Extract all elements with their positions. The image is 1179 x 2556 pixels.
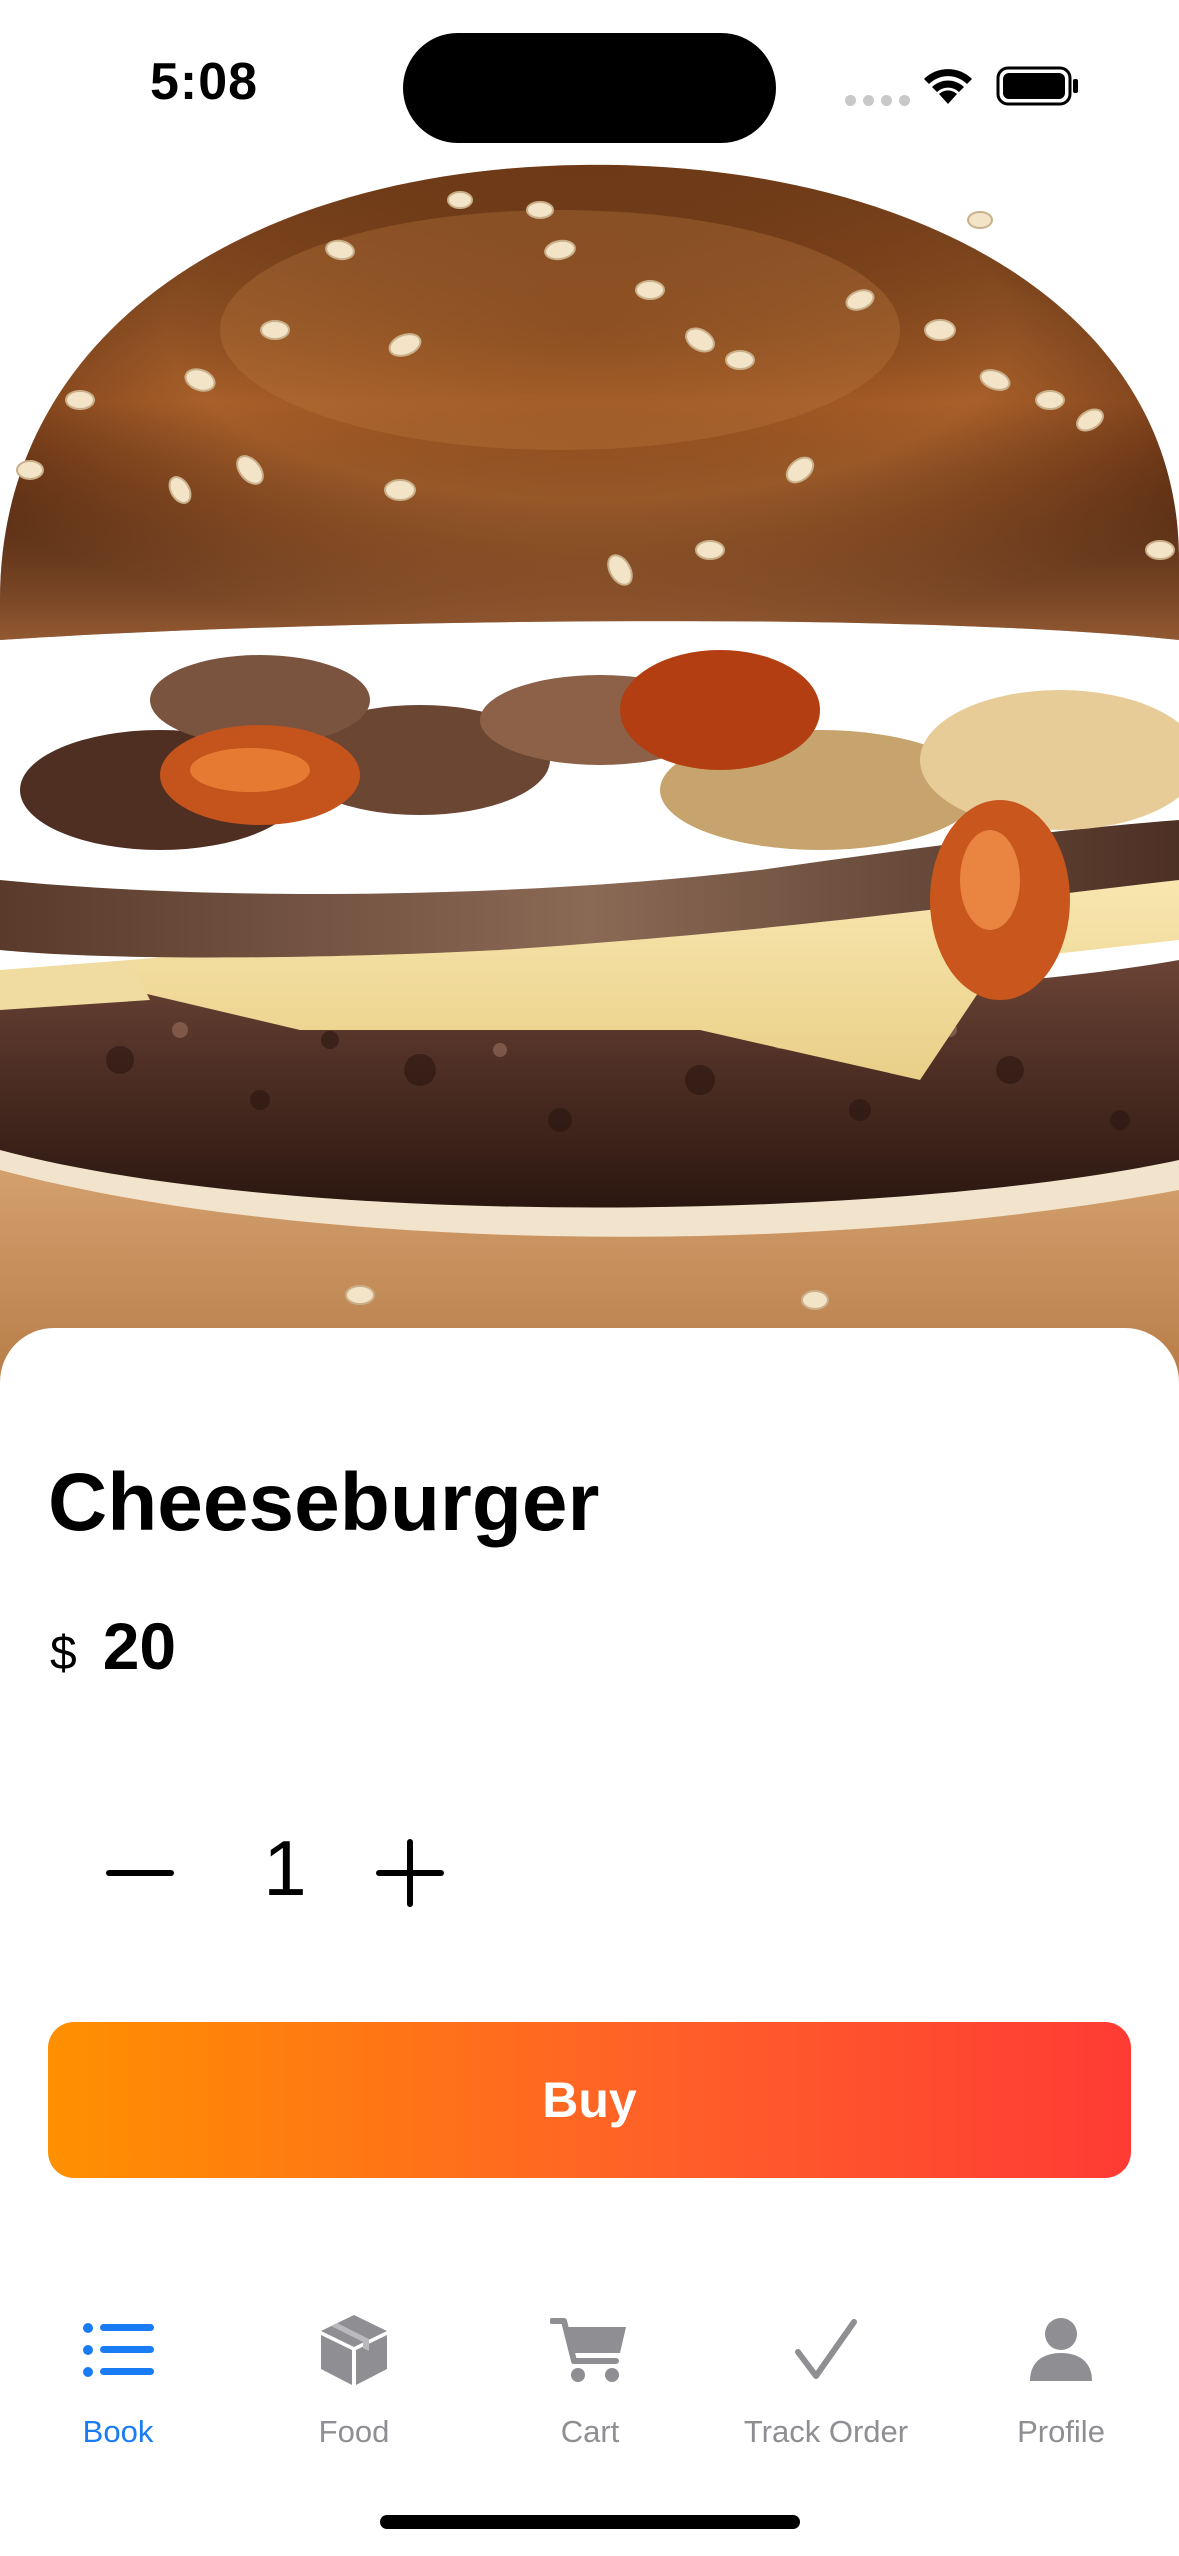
status-bar: 5:08 — [0, 0, 1179, 170]
product-detail-screen: 5:08 Cheeseburger $ 20 1 Buy Book Food C… — [0, 0, 1179, 2556]
status-time: 5:08 — [150, 53, 259, 111]
currency-symbol: $ — [50, 1627, 77, 1680]
checkmark-icon — [795, 2319, 857, 2379]
tab-label-food: Food — [318, 2414, 390, 2449]
tab-bar: Book Food Cart Track Order Profile — [0, 2300, 1179, 2490]
home-indicator[interactable] — [380, 2515, 800, 2529]
tab-profile[interactable]: Profile — [943, 2300, 1179, 2480]
battery-icon — [996, 66, 1078, 106]
price-row: $ 20 — [50, 1608, 176, 1684]
box-icon — [321, 2315, 387, 2385]
cart-icon — [550, 2318, 626, 2382]
tab-label-track-order: Track Order — [743, 2414, 909, 2449]
burger-illustration — [0, 164, 1179, 1400]
plus-icon-vertical — [407, 1839, 413, 1907]
minus-icon — [106, 1870, 174, 1876]
dynamic-island — [403, 33, 776, 143]
list-icon — [83, 2323, 154, 2377]
quantity-value: 1 — [263, 1824, 307, 1912]
buy-button[interactable]: Buy — [48, 2022, 1131, 2178]
tab-label-profile: Profile — [1017, 2414, 1105, 2449]
tab-label-cart: Cart — [560, 2414, 620, 2449]
product-title: Cheeseburger — [48, 1457, 600, 1548]
tab-track-order[interactable]: Track Order — [708, 2300, 944, 2480]
tab-book[interactable]: Book — [0, 2300, 236, 2480]
tab-label-book: Book — [82, 2414, 154, 2449]
quantity-stepper: 1 — [100, 1813, 460, 1933]
increase-quantity-button[interactable] — [370, 1813, 450, 1933]
tab-food[interactable]: Food — [236, 2300, 472, 2480]
person-icon — [1030, 2318, 1092, 2381]
cellular-signal-icon — [845, 95, 910, 106]
product-price: 20 — [102, 1609, 177, 1683]
decrease-quantity-button[interactable] — [100, 1813, 180, 1933]
wifi-icon — [924, 69, 972, 104]
tab-cart[interactable]: Cart — [472, 2300, 708, 2480]
product-hero-image — [0, 0, 1179, 1400]
